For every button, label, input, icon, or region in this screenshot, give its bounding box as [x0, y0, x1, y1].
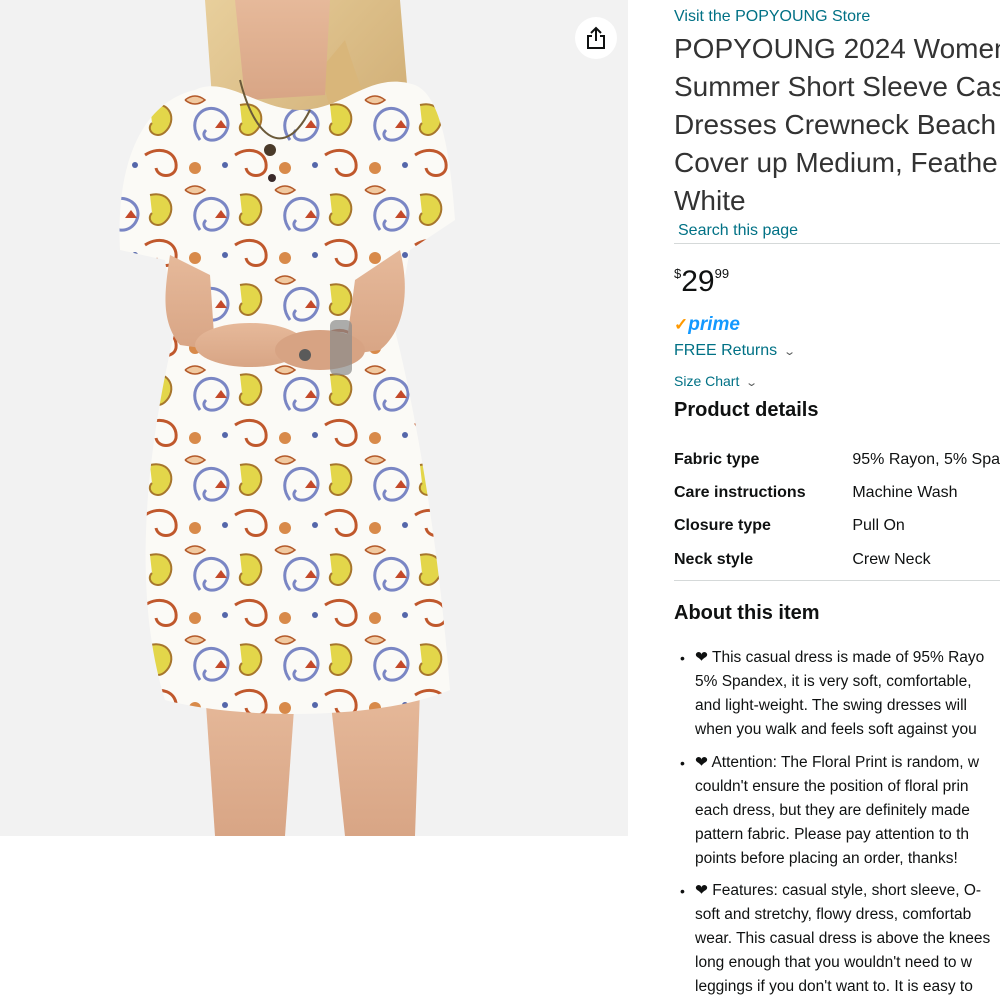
product-details-column: Visit the POPYOUNG Store POPYOUNG 2024 W…	[674, 0, 1000, 1000]
detail-key: Neck style	[674, 550, 754, 568]
bullet-line: each dress, but they are definitely made	[695, 801, 970, 819]
detail-value: Machine Wash	[852, 483, 958, 501]
about-bullet-list: ❤ This casual dress is made of 95% Rayo …	[674, 646, 1000, 1000]
detail-key: Care instructions	[674, 483, 806, 501]
bullet-line: ❤ This casual dress is made of 95% Rayo	[695, 649, 985, 666]
bullet-line: when you walk and feels soft against you	[695, 721, 977, 738]
about-this-item-heading: About this item	[674, 602, 820, 624]
product-details-heading: Product details	[674, 399, 819, 421]
detail-value: Crew Neck	[852, 550, 931, 568]
product-image-panel	[0, 0, 628, 836]
free-returns-link[interactable]: FREE Returns ⌄	[674, 342, 797, 360]
prime-label: prime	[688, 314, 740, 335]
bullet-line: points before placing an order, thanks!	[695, 849, 958, 867]
bullet-line: long enough that you wouldn't need to w	[695, 954, 973, 971]
product-details-table: Fabric type 95% Rayon, 5% Spa Care instr…	[674, 443, 1000, 576]
detail-key: Fabric type	[674, 450, 760, 468]
bullet-line: 5% Spandex, it is very soft, comfortable…	[695, 673, 972, 690]
bullet-line: wear. This casual dress is above the kne…	[695, 930, 991, 947]
detail-key: Closure type	[674, 517, 771, 535]
divider	[674, 243, 1000, 244]
bullet-line: and light-weight. The swing dresses will	[695, 697, 967, 714]
prime-badge[interactable]: ✓prime	[674, 314, 740, 336]
bullet-line: soft and stretchy, flowy dress, comforta…	[695, 906, 972, 923]
table-row: Closure type Pull On	[674, 510, 1000, 543]
table-row: Care instructions Machine Wash	[674, 476, 1000, 509]
title-line: Summer Short Sleeve Cas	[674, 71, 1000, 102]
title-line: Cover up Medium, Feathe	[674, 147, 998, 178]
size-chart-label: Size Chart	[674, 373, 740, 389]
prime-check-icon: ✓	[674, 315, 689, 334]
price: $2999	[674, 262, 729, 302]
chevron-down-icon: ⌄	[783, 346, 797, 358]
title-line: White	[674, 185, 746, 216]
size-chart-link[interactable]: Size Chart ⌄	[674, 373, 759, 389]
search-this-page-link[interactable]: Search this page	[678, 222, 798, 240]
bullet-line: pattern fabric. Please pay attention to …	[695, 825, 970, 843]
list-item: ❤ Features: casual style, short sleeve, …	[674, 879, 1000, 999]
bullet-line: ❤ Features: casual style, short sleeve, …	[695, 882, 982, 899]
bullet-line: leggings if you don't want to. It is eas…	[695, 978, 973, 995]
table-row: Neck style Crew Neck	[674, 543, 1000, 576]
share-button[interactable]	[575, 17, 617, 59]
chevron-down-icon: ⌄	[745, 377, 759, 389]
free-returns-label: FREE Returns	[674, 342, 778, 359]
price-currency-symbol: $	[674, 266, 682, 281]
list-item: ❤ This casual dress is made of 95% Rayo …	[674, 646, 1000, 742]
bullet-line: couldn't ensure the position of floral p…	[695, 777, 969, 795]
price-whole: 29	[681, 265, 715, 298]
product-photo[interactable]	[0, 0, 628, 836]
store-link[interactable]: Visit the POPYOUNG Store	[674, 8, 870, 26]
share-icon	[587, 26, 605, 49]
bullet-line: ❤ Attention: The Floral Print is random,…	[695, 753, 980, 771]
divider	[674, 580, 1000, 581]
table-row: Fabric type 95% Rayon, 5% Spa	[674, 443, 1000, 476]
title-line: Dresses Crewneck Beach	[674, 109, 997, 140]
title-line: POPYOUNG 2024 Women	[674, 33, 1000, 64]
detail-value: 95% Rayon, 5% Spa	[852, 450, 1000, 468]
detail-value: Pull On	[852, 517, 905, 535]
price-fraction: 99	[714, 266, 730, 281]
product-title: POPYOUNG 2024 Women Summer Short Sleeve …	[674, 30, 1000, 220]
list-item: ❤ Attention: The Floral Print is random,…	[674, 751, 1000, 871]
